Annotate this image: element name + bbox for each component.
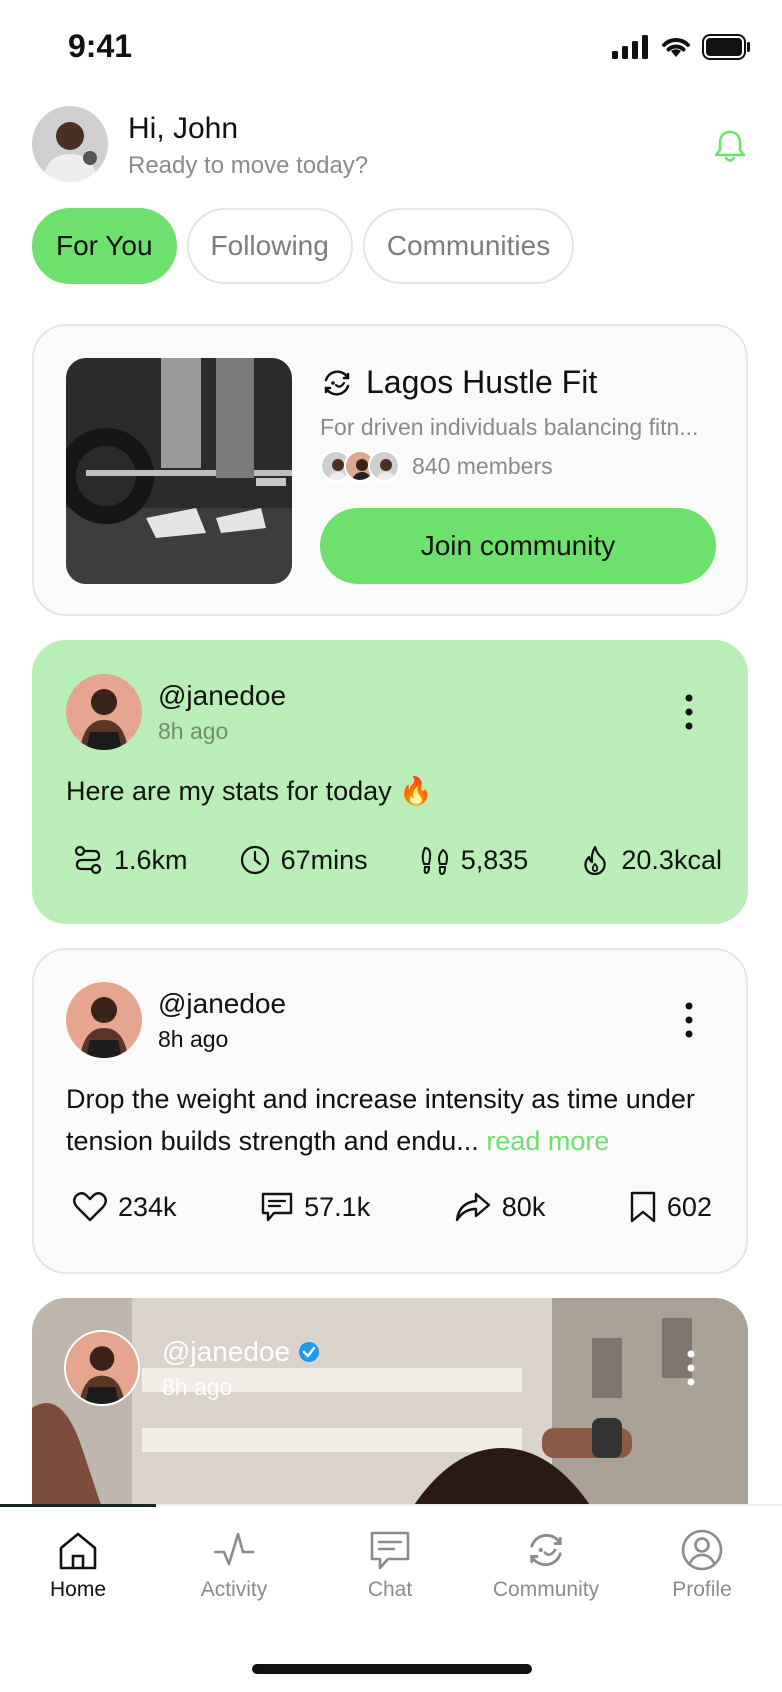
more-options-icon[interactable] bbox=[684, 1000, 694, 1040]
photo-post-card[interactable]: @janedoe 8h ago bbox=[32, 1298, 748, 1508]
stat-steps: 5,835 bbox=[419, 844, 529, 876]
save-button[interactable]: 602 bbox=[629, 1190, 712, 1224]
post-text: Here are my stats for today 🔥 bbox=[66, 776, 433, 806]
nav-community-label: Community bbox=[492, 1578, 600, 1601]
post-avatar[interactable] bbox=[66, 674, 142, 750]
status-icons bbox=[612, 34, 752, 60]
status-time: 9:41 bbox=[68, 28, 133, 64]
community-name: Lagos Hustle Fit bbox=[366, 364, 598, 400]
chat-icon bbox=[370, 1531, 410, 1570]
tab-communities[interactable]: Communities bbox=[362, 208, 575, 284]
post-time: 8h ago bbox=[158, 1026, 229, 1052]
nav-home[interactable]: Home bbox=[0, 1528, 156, 1602]
signal-icon bbox=[612, 35, 648, 59]
members-row: 840 members bbox=[320, 450, 553, 482]
stat-steps-value: 5,835 bbox=[460, 844, 529, 875]
nav-chat[interactable]: Chat bbox=[312, 1528, 468, 1602]
like-button[interactable]: 234k bbox=[72, 1191, 177, 1223]
heart-icon bbox=[73, 1192, 107, 1222]
verified-badge-icon bbox=[299, 1342, 320, 1362]
join-community-button[interactable]: Join community bbox=[320, 508, 716, 584]
footsteps-icon bbox=[421, 846, 448, 876]
route-icon bbox=[74, 845, 102, 875]
home-icon bbox=[59, 1532, 97, 1570]
share-button[interactable]: 80k bbox=[454, 1191, 546, 1223]
bell-icon[interactable] bbox=[710, 126, 750, 166]
post-time: 8h ago bbox=[162, 1374, 233, 1400]
nav-profile[interactable]: Profile bbox=[624, 1528, 780, 1602]
clock-icon bbox=[240, 845, 269, 875]
community-title-row: Lagos Hustle Fit bbox=[320, 364, 597, 401]
flame-icon bbox=[584, 845, 607, 876]
feed-tabs: For You Following Communities bbox=[32, 208, 575, 284]
nav-activity-label: Activity bbox=[200, 1578, 268, 1601]
nav-profile-label: Profile bbox=[672, 1578, 732, 1601]
stat-distance-value: 1.6km bbox=[114, 844, 188, 875]
nav-activity[interactable]: Activity bbox=[156, 1528, 312, 1602]
post-avatar[interactable] bbox=[66, 982, 142, 1058]
like-count: 234k bbox=[118, 1191, 177, 1222]
comment-icon bbox=[261, 1192, 293, 1222]
stat-duration: 67mins bbox=[239, 844, 368, 876]
post-username[interactable]: @janedoe bbox=[162, 1336, 290, 1368]
post-username[interactable]: @janedoe bbox=[158, 988, 286, 1020]
stat-calories: 20.3kcal bbox=[579, 844, 722, 876]
greeting: Hi, John bbox=[128, 112, 239, 145]
community-icon bbox=[530, 1533, 562, 1567]
stat-distance: 1.6km bbox=[72, 844, 188, 876]
status-bar: 9:41 bbox=[0, 0, 782, 100]
battery-icon bbox=[702, 34, 750, 60]
wifi-icon bbox=[662, 38, 690, 57]
members-count: 840 members bbox=[412, 452, 553, 479]
save-count: 602 bbox=[666, 1191, 712, 1222]
photo-post-user-row: @janedoe bbox=[162, 1336, 320, 1368]
member-avatar bbox=[368, 450, 400, 482]
share-icon bbox=[455, 1192, 490, 1222]
stats-post-card[interactable]: @janedoe 8h ago Here are my stats for to… bbox=[32, 640, 748, 924]
post-text: Drop the weight and increase intensity a… bbox=[66, 1078, 726, 1162]
text-post-card[interactable]: @janedoe 8h ago Drop the weight and incr… bbox=[32, 948, 748, 1274]
community-image bbox=[66, 358, 292, 584]
nav-community[interactable]: Community bbox=[468, 1528, 624, 1602]
post-actions: 234k 57.1k 80k 602 bbox=[72, 1190, 712, 1224]
header: Hi, John Ready to move today? bbox=[32, 106, 750, 186]
community-card[interactable]: Lagos Hustle Fit For driven individuals … bbox=[32, 324, 748, 616]
nav-chat-label: Chat bbox=[367, 1578, 413, 1601]
stats-row: 1.6km 67mins 5,835 20.3kcal bbox=[72, 844, 722, 876]
more-options-icon[interactable] bbox=[684, 692, 694, 732]
share-count: 80k bbox=[501, 1191, 546, 1222]
stat-calories-value: 20.3kcal bbox=[621, 844, 722, 875]
user-avatar[interactable] bbox=[32, 106, 108, 182]
community-icon bbox=[324, 369, 350, 396]
comment-button[interactable]: 57.1k bbox=[260, 1191, 370, 1223]
stat-duration-value: 67mins bbox=[280, 844, 368, 875]
active-tab-indicator bbox=[0, 1504, 156, 1507]
sub-greeting: Ready to move today? bbox=[128, 152, 369, 179]
nav-home-label: Home bbox=[49, 1578, 107, 1601]
bookmark-icon bbox=[630, 1191, 656, 1223]
read-more-link[interactable]: read more bbox=[486, 1126, 609, 1156]
tab-for-you[interactable]: For You bbox=[32, 208, 177, 284]
post-avatar[interactable] bbox=[64, 1330, 140, 1406]
bottom-nav: Home Activity Chat Community Profile bbox=[0, 1504, 782, 1692]
more-options-icon[interactable] bbox=[686, 1348, 696, 1388]
community-description: For driven individuals balancing fitn... bbox=[320, 414, 699, 440]
activity-icon bbox=[213, 1532, 255, 1566]
comment-count: 57.1k bbox=[304, 1191, 371, 1222]
tab-following[interactable]: Following bbox=[186, 208, 353, 284]
post-time: 8h ago bbox=[158, 718, 229, 744]
home-indicator bbox=[252, 1664, 532, 1674]
post-photo bbox=[32, 1298, 748, 1508]
profile-icon bbox=[681, 1529, 723, 1571]
post-username[interactable]: @janedoe bbox=[158, 680, 286, 712]
